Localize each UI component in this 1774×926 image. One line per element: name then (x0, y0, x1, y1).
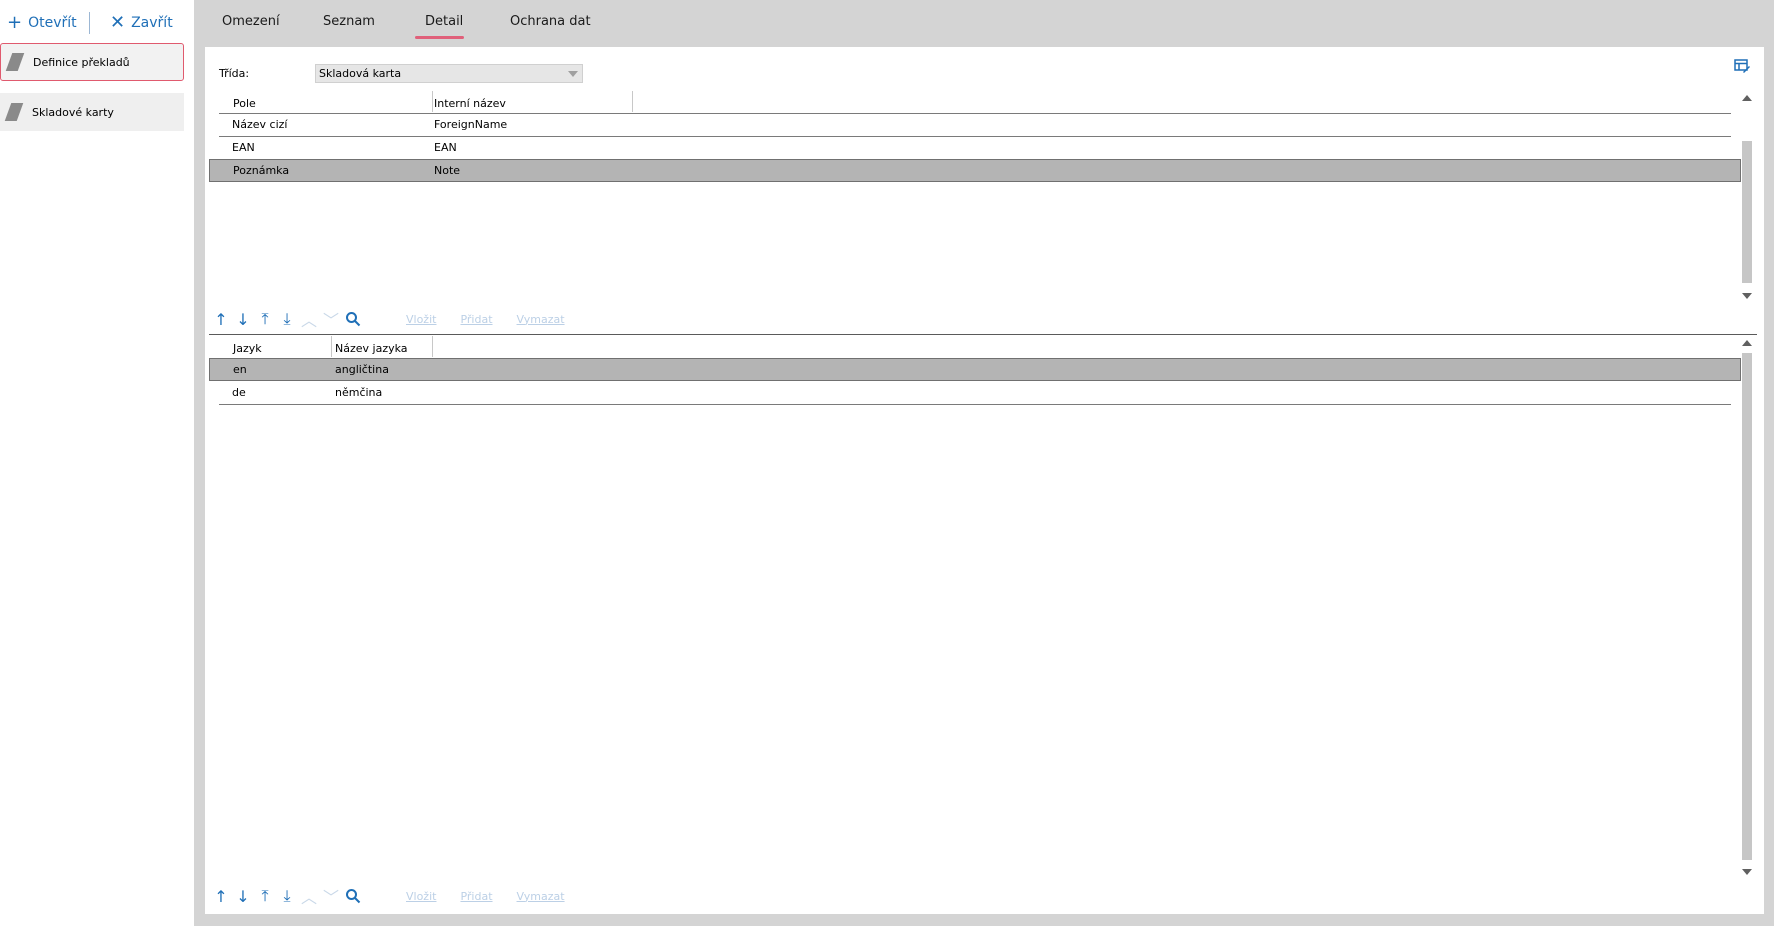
column-divider (432, 336, 433, 357)
cell-pole: Název cizí (232, 118, 288, 131)
table-row[interactable]: Název cizí ForeignName (209, 114, 1741, 135)
tab-omezeni[interactable]: Omezení (222, 14, 280, 29)
column-divider (331, 336, 332, 357)
chevron-down-icon (568, 71, 578, 77)
insert-link[interactable]: Vložit (406, 313, 436, 326)
add-link[interactable]: Přidat (460, 313, 492, 326)
scroll-up-icon[interactable] (1742, 340, 1752, 346)
item-icon (5, 53, 25, 71)
arrow-up-icon[interactable]: ↑ (210, 309, 232, 329)
tab-ochrana-dat[interactable]: Ochrana dat (510, 14, 591, 29)
cell-jazyk: de (232, 386, 246, 399)
scroll-up-icon[interactable] (1742, 95, 1752, 101)
sidebar-item-skladove-karty[interactable]: Skladové karty (0, 93, 184, 131)
scrollbar[interactable] (1741, 336, 1753, 880)
grid-divider (209, 334, 1757, 335)
arrow-up-icon[interactable]: ↑ (210, 886, 232, 906)
table-row[interactable]: EAN EAN (209, 137, 1741, 158)
sidebar-item-definice-prekladu[interactable]: Definice překladů (0, 43, 184, 81)
plus-icon: + (7, 12, 23, 33)
grid-toolbar: ↑ ↓ ⤒ ⤓ ︿ ﹀ Vložit Přidat Vymazat (210, 309, 589, 330)
chevron-down-icon[interactable]: ﹀ (320, 309, 342, 330)
column-header-pole[interactable]: Pole (233, 97, 256, 110)
arrow-last-icon[interactable]: ⤓ (276, 886, 298, 906)
arrow-first-icon[interactable]: ⤒ (254, 309, 276, 329)
insert-link[interactable]: Vložit (406, 890, 436, 903)
cell-interni-nazev: Note (434, 164, 461, 177)
column-divider (432, 91, 433, 112)
column-header-nazev-jazyka[interactable]: Název jazyka (335, 342, 408, 355)
cell-nazev-jazyka: němčina (335, 386, 383, 399)
sidebar (0, 0, 194, 926)
cell-pole: Poznámka (233, 164, 290, 177)
layout-edit-icon[interactable] (1734, 58, 1750, 74)
close-button[interactable]: ✕ Zavřít (110, 12, 173, 34)
toolbar-separator (89, 12, 90, 34)
arrow-down-icon[interactable]: ↓ (232, 886, 254, 906)
cell-interni-nazev: ForeignName (434, 118, 508, 131)
column-header-jazyk[interactable]: Jazyk (233, 342, 262, 355)
table-row-selected[interactable]: Poznámka Note (209, 159, 1741, 182)
table-row[interactable]: de němčina (209, 382, 1741, 403)
delete-link[interactable]: Vymazat (517, 313, 565, 326)
chevron-up-icon[interactable]: ︿ (298, 309, 320, 330)
chevron-up-icon[interactable]: ︿ (298, 886, 320, 907)
open-label: Otevřít (28, 15, 77, 31)
cell-nazev-jazyka: angličtina (335, 363, 389, 376)
grid-toolbar: ↑ ↓ ⤒ ⤓ ︿ ﹀ Vložit Přidat Vymazat (210, 886, 589, 907)
chevron-down-icon[interactable]: ﹀ (320, 886, 342, 907)
open-button[interactable]: + Otevřít (7, 12, 77, 34)
table-row-selected[interactable]: en angličtina (209, 358, 1741, 381)
class-select-value: Skladová karta (319, 67, 402, 80)
sidebar-item-label: Definice překladů (33, 55, 130, 69)
close-icon: ✕ (110, 12, 126, 33)
arrow-last-icon[interactable]: ⤓ (276, 309, 298, 329)
column-header-interni-nazev[interactable]: Interní název (434, 97, 506, 110)
close-label: Zavřít (131, 15, 173, 31)
row-divider (219, 404, 1731, 405)
cell-pole: EAN (232, 141, 255, 154)
arrow-down-icon[interactable]: ↓ (232, 309, 254, 329)
delete-link[interactable]: Vymazat (517, 890, 565, 903)
scrollbar[interactable] (1741, 91, 1753, 305)
scroll-down-icon[interactable] (1742, 869, 1752, 875)
sidebar-item-label: Skladové karty (32, 105, 114, 119)
scroll-down-icon[interactable] (1742, 293, 1752, 299)
scroll-thumb[interactable] (1742, 353, 1752, 860)
cell-interni-nazev: EAN (434, 141, 457, 154)
search-icon[interactable] (342, 886, 364, 906)
active-tab-indicator (415, 36, 464, 39)
tab-seznam[interactable]: Seznam (323, 14, 375, 29)
class-label: Třída: (219, 67, 250, 80)
class-select[interactable]: Skladová karta (315, 64, 583, 83)
column-divider (632, 91, 633, 112)
tab-detail[interactable]: Detail (425, 14, 463, 29)
cell-jazyk: en (233, 363, 247, 376)
arrow-first-icon[interactable]: ⤒ (254, 886, 276, 906)
search-icon[interactable] (342, 309, 364, 329)
scroll-thumb[interactable] (1742, 141, 1752, 283)
item-icon (4, 103, 24, 121)
add-link[interactable]: Přidat (460, 890, 492, 903)
